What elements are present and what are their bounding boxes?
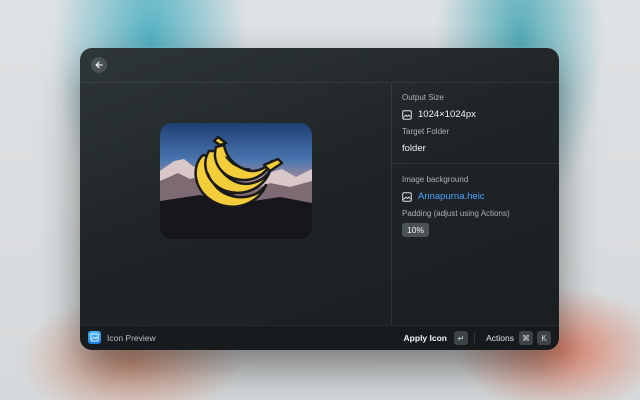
app-icon xyxy=(88,331,101,344)
image-background-label: Image background xyxy=(402,175,469,184)
output-size-label: Output Size xyxy=(402,93,444,102)
padding-label: Padding (adjust using Actions) xyxy=(402,209,510,218)
output-size-row: 1024×1024px xyxy=(402,109,549,120)
output-size-section: Output Size 1024×1024px xyxy=(402,93,549,120)
image-icon xyxy=(402,109,412,120)
target-folder-value: folder xyxy=(402,143,426,154)
padding-value-badge: 10% xyxy=(402,223,430,237)
details-section-divider xyxy=(392,163,559,164)
image-icon xyxy=(90,333,99,342)
target-folder-row[interactable]: folder xyxy=(402,143,549,154)
target-folder-label: Target Folder xyxy=(402,127,450,136)
banana-icon xyxy=(160,135,312,239)
icon-preview-image xyxy=(160,123,312,239)
image-background-link[interactable]: Annapurna.heic xyxy=(418,191,485,202)
apply-icon-button[interactable]: Apply Icon xyxy=(404,333,447,343)
footer-title: Icon Preview xyxy=(107,333,156,343)
details-panel: Output Size 1024×1024px Target Folder fo… xyxy=(392,83,559,325)
output-size-value: 1024×1024px xyxy=(418,109,476,120)
image-background-row[interactable]: Annapurna.heic xyxy=(402,191,549,202)
window-toolbar xyxy=(80,48,559,83)
action-bar: Icon Preview Apply Icon ↵ Actions ⌘ K xyxy=(80,325,559,350)
arrow-left-icon xyxy=(95,61,103,69)
preview-pane xyxy=(80,83,391,325)
k-key-icon: K xyxy=(537,331,551,345)
return-key-icon: ↵ xyxy=(454,331,468,345)
back-button[interactable] xyxy=(91,57,107,73)
icon-preview-window: Output Size 1024×1024px Target Folder fo… xyxy=(80,48,559,350)
padding-section: Padding (adjust using Actions) 10% xyxy=(402,209,549,238)
actions-button[interactable]: Actions xyxy=(486,333,514,343)
image-background-section: Image background Annapurna.heic xyxy=(402,175,549,202)
target-folder-section: Target Folder folder xyxy=(402,127,549,154)
image-icon xyxy=(402,191,412,202)
command-key-icon: ⌘ xyxy=(519,331,533,345)
footer-separator xyxy=(474,333,475,343)
